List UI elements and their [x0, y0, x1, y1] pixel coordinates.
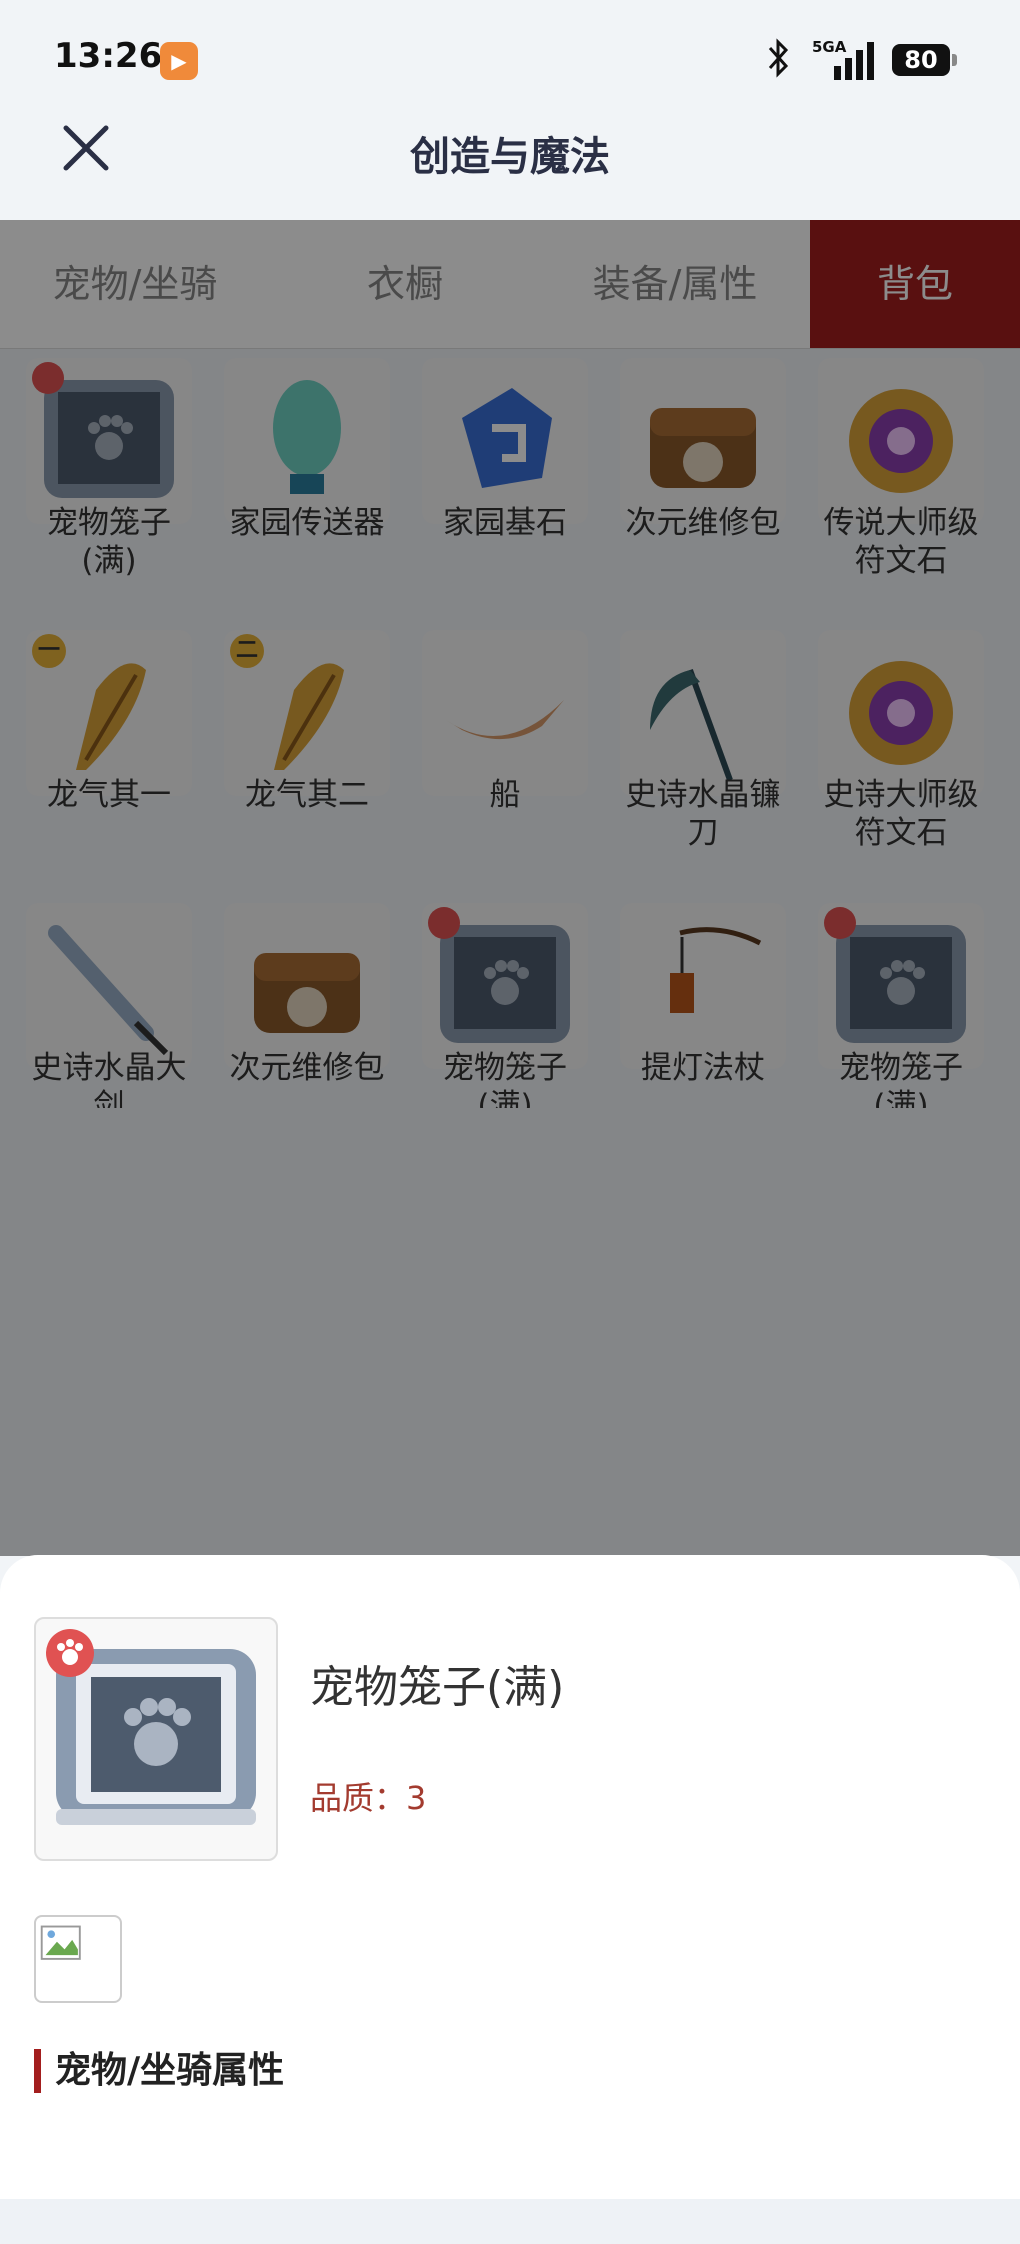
- item-quality: 品质：3: [310, 1779, 427, 1817]
- pet-cage-icon: [34, 1617, 278, 1861]
- bottom-bar: [0, 2199, 1020, 2244]
- page-title: 创造与魔法: [410, 134, 610, 180]
- page-header: 创造与魔法: [0, 100, 1020, 220]
- bluetooth-icon: [768, 38, 789, 78]
- modal-backdrop[interactable]: [0, 220, 1020, 1556]
- battery-icon: 80: [892, 44, 950, 76]
- item-detail-name: 宠物笼子(满): [310, 1662, 565, 1713]
- signal-icon: [834, 42, 874, 80]
- broken-image-icon: [34, 1915, 122, 2003]
- status-time: 13:26: [54, 36, 163, 76]
- section-title-pet-attributes: 宠物/坐骑属性: [34, 2049, 284, 2093]
- battery-tip: [952, 54, 957, 66]
- app-notification-icon: ▶: [160, 42, 198, 80]
- item-detail-sheet: 宠物笼子(满) 品质：3 宠物/坐骑属性: [0, 1555, 1020, 2199]
